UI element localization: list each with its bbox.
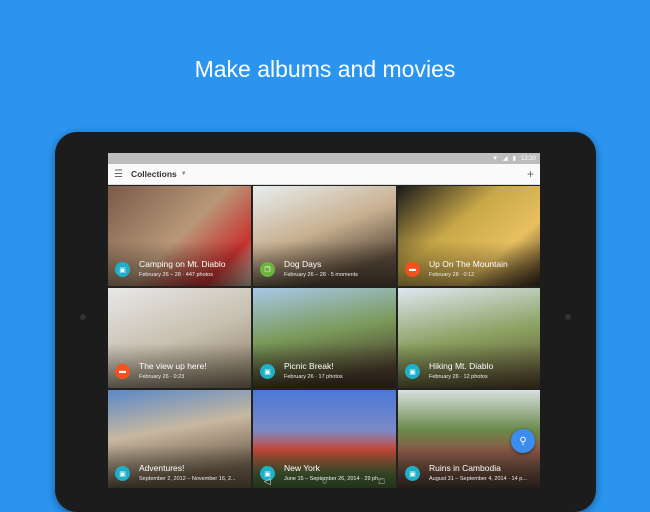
add-button[interactable]: + [527,167,534,181]
collections-grid: ▣ Camping on Mt. Diablo February 26 – 28… [108,186,540,488]
tile-title: Adventures! [139,463,185,473]
collections-dropdown[interactable]: Collections [131,169,177,179]
movie-icon: ▬ [115,364,130,379]
chevron-down-icon[interactable]: ▼ [181,171,187,177]
tile-shade [253,241,396,286]
back-icon[interactable]: ◁ [264,476,271,487]
tile-meta: February 28 · 0:12 [429,272,475,278]
app-toolbar: ☰ Collections ▼ + [108,164,540,185]
story-icon: ❐ [260,262,275,277]
tile-title: Ruins in Cambodia [429,463,501,473]
collection-tile[interactable]: ▬ Up On The Mountain February 28 · 0:12 [398,186,540,286]
collection-tile[interactable]: ❐ Dog Days February 26 – 28 · 5 moments [253,186,396,286]
tile-title: Hiking Mt. Diablo [429,361,494,371]
tile-title: Picnic Break! [284,361,334,371]
clock: 12:30 [520,155,536,162]
recents-icon[interactable]: □ [379,476,384,486]
collection-tile[interactable]: ▬ The view up here! February 26 · 0:23 [108,288,251,388]
tile-title: Dog Days [284,259,322,269]
tile-meta: February 26 · 17 photos [284,374,343,380]
status-bar: ▼ ◢ ▮ 12:30 [108,153,540,164]
speaker-dot [80,314,86,320]
speaker-dot [565,314,571,320]
home-icon[interactable]: ○ [322,476,327,486]
battery-icon: ▮ [512,156,516,162]
tile-meta: February 26 · 0:23 [139,374,185,380]
collection-tile[interactable]: ▣ Picnic Break! February 26 · 17 photos [253,288,396,388]
album-icon: ▣ [405,364,420,379]
movie-icon: ▬ [405,262,420,277]
tile-title: The view up here! [139,361,207,371]
tile-title: Camping on Mt. Diablo [139,259,226,269]
album-icon: ▣ [115,262,130,277]
tile-meta: February 26 – 28 · 447 photos [139,272,213,278]
tile-title: New York [284,463,320,473]
tile-meta: February 26 · 12 photos [429,374,488,380]
nav-bar: ◁ ○ □ [108,474,540,488]
album-icon: ▣ [260,364,275,379]
search-icon: ⚲ [519,435,527,447]
signal-icon: ◢ [503,156,508,162]
tablet-screen: ▼ ◢ ▮ 12:30 ☰ Collections ▼ + ▣ Camping … [108,153,540,488]
search-button[interactable]: ⚲ [511,429,535,453]
headline: Make albums and movies [194,56,456,82]
wifi-icon: ▼ [492,155,499,162]
tile-meta: February 26 – 28 · 5 moments [284,272,358,278]
tile-title: Up On The Mountain [429,259,508,269]
collection-tile[interactable]: ▣ Camping on Mt. Diablo February 26 – 28… [108,186,251,286]
menu-icon[interactable]: ☰ [114,169,123,180]
collection-tile[interactable]: ▣ Hiking Mt. Diablo February 26 · 12 pho… [398,288,540,388]
